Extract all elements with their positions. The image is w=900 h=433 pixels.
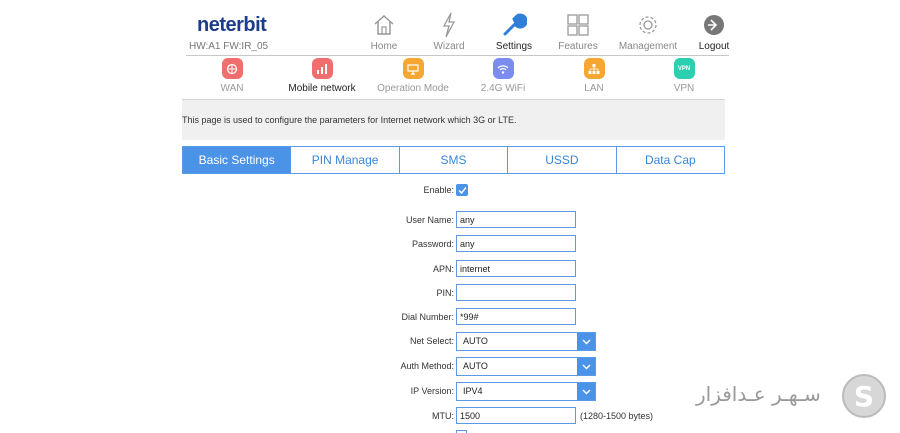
checkmark-icon [457, 186, 467, 194]
nav-wizard[interactable]: Wizard [412, 12, 486, 52]
info-panel: This page is used to configure the param… [182, 99, 725, 140]
firmware-version: HW:A1 FW:IR_05 [189, 41, 269, 52]
tab-sms[interactable]: SMS [398, 147, 507, 173]
mtu-input[interactable] [456, 407, 576, 424]
signal-bars-icon [311, 58, 333, 79]
net-select-dropdown[interactable]: AUTO [456, 332, 596, 351]
monitor-icon [402, 58, 424, 79]
net-select-label: Net Select: [409, 336, 454, 346]
gear-icon [611, 12, 685, 38]
grid-icon [541, 12, 615, 38]
password-label: Password: [411, 239, 454, 249]
nav-home[interactable]: Home [347, 12, 421, 52]
nav-features-label: Features [558, 41, 598, 52]
ip-version-dropdown[interactable]: IPV4 [456, 382, 596, 401]
enable-checkbox[interactable] [456, 184, 468, 196]
header-divider [186, 55, 729, 56]
nav-management[interactable]: Management [611, 12, 685, 52]
nav-home-label: Home [370, 41, 398, 52]
info-text: This page is used to configure the param… [182, 115, 517, 125]
ip-version-value: IPV4 [463, 386, 483, 396]
chevron-down-icon [577, 333, 595, 350]
settings-tabs: Basic Settings PIN Manage SMS USSD Data … [182, 146, 725, 174]
tab-ussd[interactable]: USSD [507, 147, 615, 173]
enable-label: Enable: [423, 185, 454, 195]
pin-input[interactable] [456, 284, 576, 301]
pin-label: PIN: [436, 288, 454, 298]
nav-settings-label: Settings [495, 41, 533, 52]
auth-method-dropdown[interactable]: AUTO [456, 357, 596, 376]
net-select-value: AUTO [463, 336, 488, 346]
tab-basic-settings[interactable]: Basic Settings [183, 147, 291, 173]
username-label: User Name: [405, 215, 454, 225]
apn-input[interactable] [456, 260, 576, 277]
brand-logo: neterbit [197, 14, 267, 36]
auth-method-label: Auth Method: [400, 361, 454, 371]
vpn-icon: VPN [673, 58, 695, 79]
auth-method-value: AUTO [463, 361, 488, 371]
subnav-vpn-label: VPN [673, 83, 695, 94]
house-icon [347, 12, 421, 38]
subnav-vpn[interactable]: VPN VPN [629, 58, 739, 94]
wrench-icon [477, 12, 551, 38]
network-tree-icon [583, 58, 605, 79]
tab-data-cap[interactable]: Data Cap [615, 147, 724, 173]
wifi-icon [492, 58, 514, 79]
password-input[interactable] [456, 235, 576, 252]
exit-icon [677, 12, 751, 38]
watermark-logo-icon: S [842, 374, 886, 418]
username-input[interactable] [456, 211, 576, 228]
apn-label: APN: [432, 264, 454, 274]
nav-features[interactable]: Features [541, 12, 615, 52]
nav-logout-label: Logout [698, 41, 730, 52]
dial-number-input[interactable] [456, 308, 576, 325]
wan-icon [221, 58, 243, 79]
chevron-down-icon [577, 358, 595, 375]
nav-management-label: Management [618, 41, 678, 52]
ip-version-label: IP Version: [410, 386, 454, 396]
nav-logout[interactable]: Logout [677, 12, 751, 52]
mtu-hint: (1280-1500 bytes) [580, 411, 654, 421]
dial-number-label: Dial Number: [401, 312, 454, 322]
nav-settings[interactable]: Settings [477, 12, 551, 52]
nav-wizard-label: Wizard [433, 41, 465, 52]
chevron-down-icon [577, 383, 595, 400]
lightning-icon [412, 12, 486, 38]
watermark-text: سـهـر عـدافزار [696, 382, 821, 406]
tab-pin-manage[interactable]: PIN Manage [290, 147, 398, 173]
mtu-label: MTU: [432, 411, 454, 421]
